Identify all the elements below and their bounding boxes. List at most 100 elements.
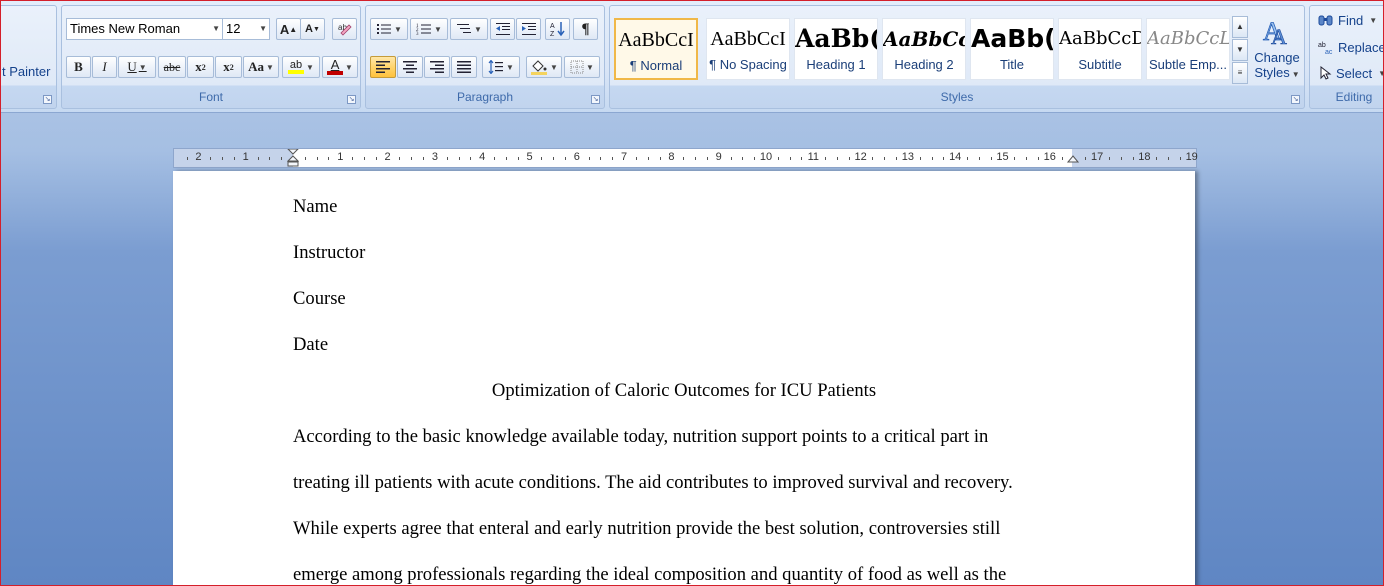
chevron-down-icon[interactable]: ▼ xyxy=(434,25,442,34)
superscript-button[interactable]: x2 xyxy=(215,56,242,78)
ruler-tick-label: 9 xyxy=(715,151,722,163)
cursor-arrow-icon xyxy=(1320,66,1332,80)
change-styles-button[interactable]: A A Change Styles ▼ xyxy=(1252,10,1302,92)
find-button[interactable]: Find ▼ xyxy=(1318,10,1377,30)
font-name-combo[interactable]: Times New Roman ▼ xyxy=(66,18,223,40)
ruler-tick-mark xyxy=(1014,157,1016,160)
numbering-button[interactable]: 1 2 3 ▼ xyxy=(410,18,448,40)
format-painter-button[interactable]: t Painter xyxy=(2,64,50,79)
chevron-down-icon[interactable]: ▼ xyxy=(345,63,353,72)
ruler-tick-mark xyxy=(446,157,448,160)
gallery-more-icon[interactable]: ≡ xyxy=(1232,62,1248,84)
shrink-font-button[interactable]: A ▼ xyxy=(300,18,325,40)
ruler-tick-mark xyxy=(1037,157,1039,160)
replace-button[interactable]: ab ac Replace xyxy=(1318,37,1383,57)
chevron-down-icon[interactable]: ▼ xyxy=(306,63,314,72)
style-heading-1[interactable]: AaBb( Heading 1 xyxy=(794,18,878,80)
decrease-indent-button[interactable] xyxy=(490,18,515,40)
change-case-button[interactable]: Aa ▼ xyxy=(243,56,279,78)
ruler-tick-label: 8 xyxy=(668,151,675,163)
body-line: While experts agree that enteral and ear… xyxy=(293,518,1001,539)
first-line-indent-marker[interactable] xyxy=(287,149,299,167)
horizontal-ruler[interactable]: 2 1 1 2 3 4 5 6 7 8 9 10 11 12 13 14 15 16 17 18 19 xyxy=(173,148,1198,168)
justify-button[interactable] xyxy=(451,56,477,78)
style-label: Subtitle xyxy=(1078,57,1122,72)
chevron-down-icon[interactable]: ▼ xyxy=(1292,70,1300,79)
ruler-tick-mark xyxy=(458,157,460,160)
ruler-tick-mark xyxy=(754,157,756,160)
show-formatting-marks-button[interactable]: ¶ xyxy=(573,18,598,40)
ruler-tick-mark xyxy=(1179,157,1181,160)
chevron-down-icon[interactable]: ▼ xyxy=(394,25,402,34)
ruler-tick-mark xyxy=(588,157,590,160)
shading-button[interactable]: ▼ xyxy=(526,56,562,78)
name-line: Name xyxy=(293,196,338,217)
style-normal[interactable]: AaBbCcI ¶ Normal xyxy=(614,18,698,80)
font-dialog-launcher[interactable]: ↘ xyxy=(347,95,356,104)
highlight-button[interactable]: ab ▼ xyxy=(282,56,320,78)
borders-button[interactable]: ▼ xyxy=(564,56,600,78)
style-label: Heading 2 xyxy=(894,57,954,72)
styles-dialog-launcher[interactable]: ↘ xyxy=(1291,95,1300,104)
ruler-tick-mark xyxy=(257,157,259,160)
font-size-combo[interactable]: 12 ▼ xyxy=(222,18,270,40)
paragraph-dialog-launcher[interactable]: ↘ xyxy=(591,95,600,104)
word-window: t Painter ↘ Times New Roman ▼ 12 ▼ A ▲ A ▼ xyxy=(0,0,1384,586)
chevron-down-icon[interactable]: ▼ xyxy=(1378,69,1383,78)
chevron-down-icon[interactable]: ▼ xyxy=(506,63,514,72)
align-center-button[interactable] xyxy=(397,56,423,78)
strikethrough-button[interactable]: abc xyxy=(158,56,186,78)
chevron-down-icon[interactable]: ▼ xyxy=(266,63,274,72)
style-subtle-emphasis[interactable]: AaBbCcL Subtle Emp... xyxy=(1146,18,1230,80)
chevron-down-icon[interactable]: ▼ xyxy=(586,63,594,72)
ruler-tick-mark xyxy=(1061,157,1063,160)
ruler-tick-mark xyxy=(647,157,649,160)
ruler-tick-mark xyxy=(210,157,212,160)
grow-font-button[interactable]: A ▲ xyxy=(276,18,301,40)
font-size-value: 12 xyxy=(226,21,241,36)
ruler-tick-label: 17 xyxy=(1090,151,1104,163)
line-spacing-button[interactable]: ▼ xyxy=(482,56,520,78)
font-group: Times New Roman ▼ 12 ▼ A ▲ A ▼ ab B I U … xyxy=(61,5,361,109)
gallery-scroll-up-icon[interactable]: ▲ xyxy=(1232,16,1248,38)
ruler-tick-label: 1 xyxy=(337,151,344,163)
underline-button[interactable]: U ▼ xyxy=(118,56,156,78)
pilcrow-icon: ¶ xyxy=(581,20,590,37)
bold-button[interactable]: B xyxy=(66,56,91,78)
select-button[interactable]: Select ▼ xyxy=(1318,63,1383,83)
right-indent-marker[interactable] xyxy=(1067,149,1079,167)
clipboard-dialog-launcher[interactable]: ↘ xyxy=(43,95,52,104)
style-heading-2[interactable]: AaBbCc Heading 2 xyxy=(882,18,966,80)
ruler-tick-mark xyxy=(1132,157,1134,160)
clear-formatting-button[interactable]: ab xyxy=(332,18,357,40)
ruler-tick-mark xyxy=(836,157,838,160)
align-left-button[interactable] xyxy=(370,56,396,78)
chevron-down-icon[interactable]: ▼ xyxy=(212,19,220,39)
style-no-spacing[interactable]: AaBbCcI ¶ No Spacing xyxy=(706,18,790,80)
multilevel-list-button[interactable]: ▼ xyxy=(450,18,488,40)
sort-button[interactable]: A Z xyxy=(545,18,570,40)
chevron-down-icon[interactable]: ▼ xyxy=(139,63,147,72)
align-right-button[interactable] xyxy=(424,56,450,78)
chevron-down-icon[interactable]: ▼ xyxy=(259,19,267,39)
increase-indent-button[interactable] xyxy=(516,18,541,40)
font-color-bar xyxy=(327,71,344,75)
font-color-label: A xyxy=(330,57,340,72)
style-subtitle[interactable]: AaBbCcD Subtitle xyxy=(1058,18,1142,80)
style-title[interactable]: AaBb( Title xyxy=(970,18,1054,80)
gallery-scroll-down-icon[interactable]: ▼ xyxy=(1232,39,1248,61)
ruler-tick-mark xyxy=(186,157,188,160)
document-page[interactable]: Name Instructor Course Date Optimization… xyxy=(173,171,1195,585)
chevron-down-icon[interactable]: ▼ xyxy=(474,25,482,34)
ruler-tick-mark xyxy=(352,157,354,160)
chevron-down-icon[interactable]: ▼ xyxy=(550,63,558,72)
ruler-tick-mark xyxy=(411,157,413,160)
clear-formatting-icon: ab xyxy=(338,23,352,36)
bullets-button[interactable]: ▼ xyxy=(370,18,408,40)
chevron-down-icon[interactable]: ▼ xyxy=(1369,16,1377,25)
italic-button[interactable]: I xyxy=(92,56,117,78)
paragraph-group-label: Paragraph xyxy=(456,90,514,104)
multilevel-list-icon xyxy=(457,24,472,33)
font-color-button[interactable]: A ▼ xyxy=(322,56,358,78)
subscript-button[interactable]: x2 xyxy=(187,56,214,78)
